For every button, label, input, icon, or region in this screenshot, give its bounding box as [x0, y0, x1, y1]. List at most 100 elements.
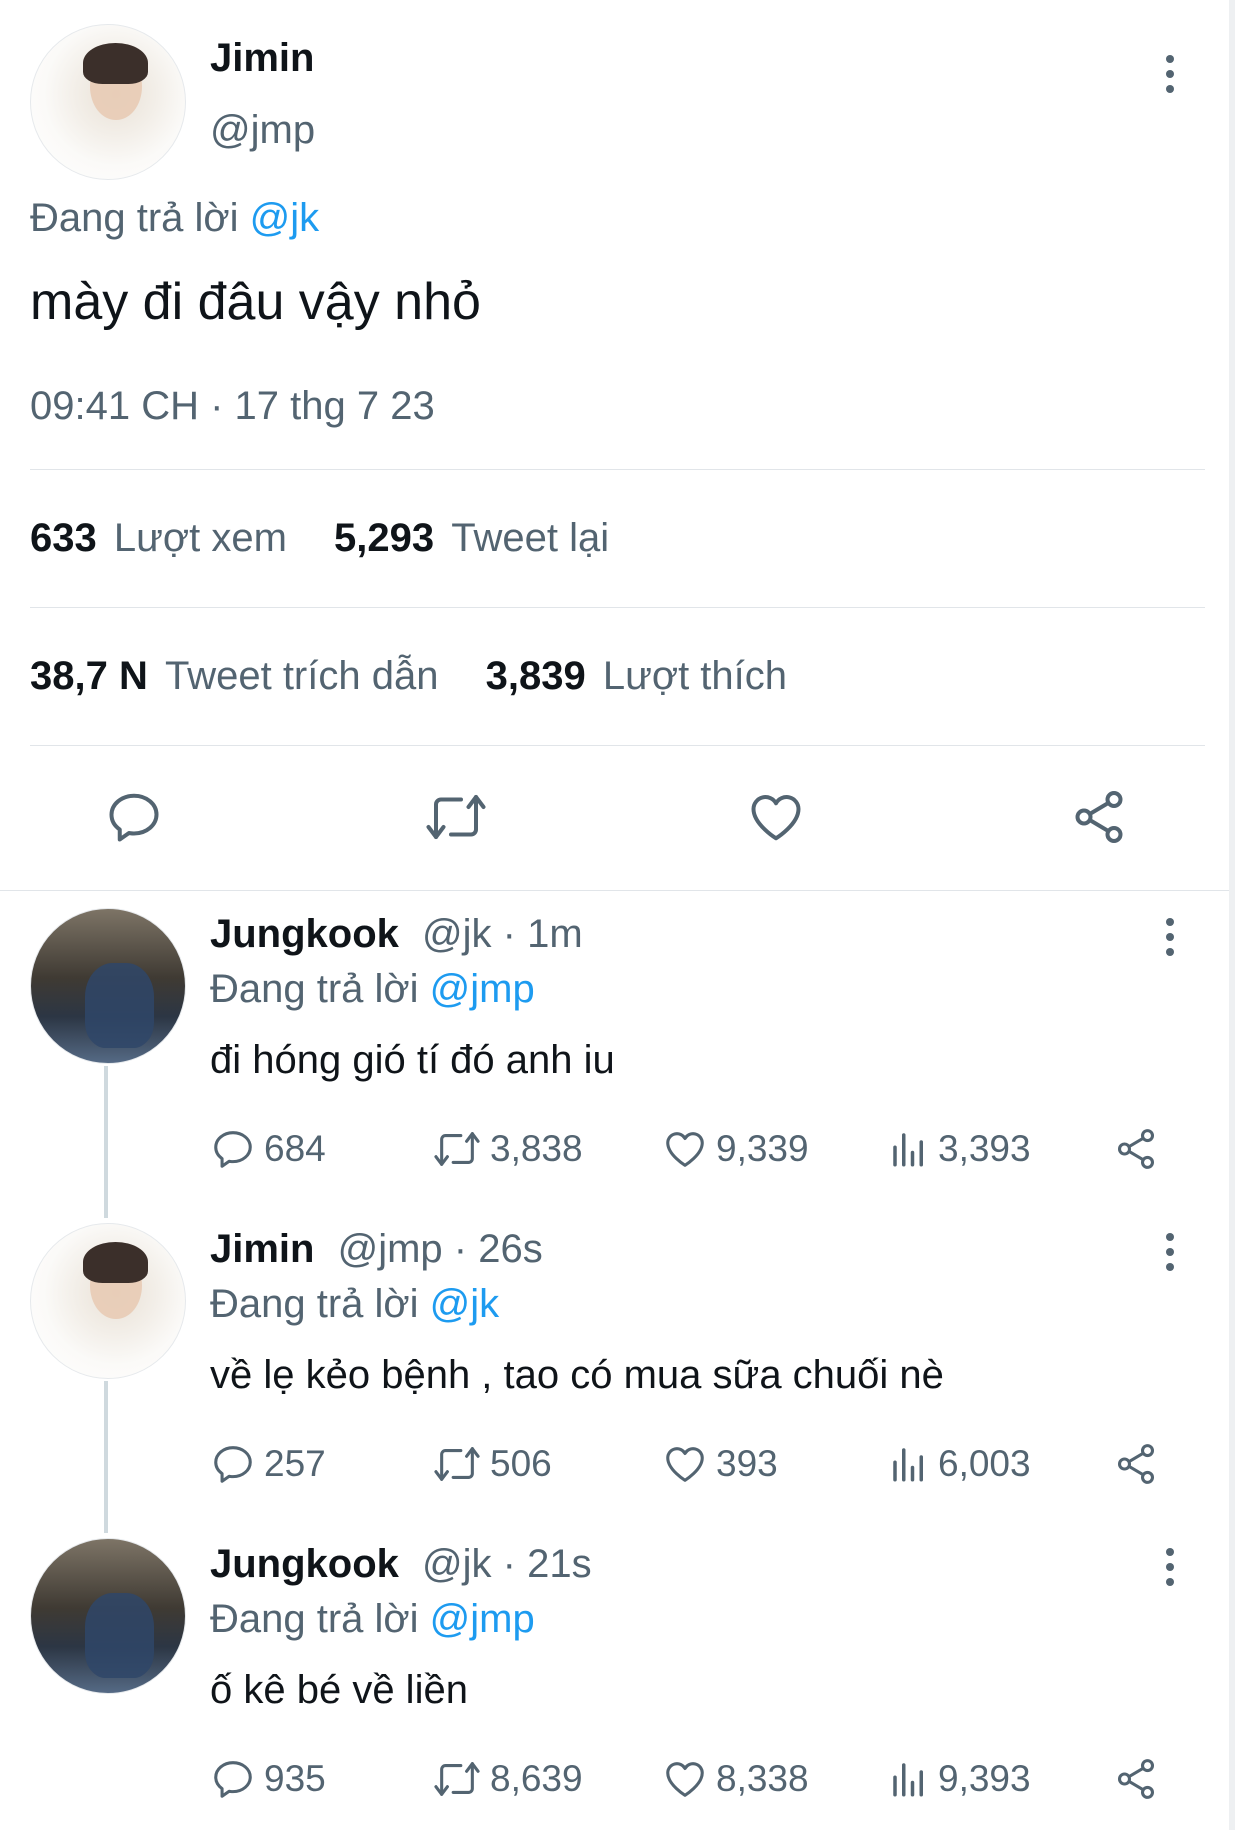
replying-to: Đang trả lời @jmp: [210, 1597, 535, 1642]
share-button[interactable]: [1113, 1126, 1159, 1177]
share-icon: [1117, 1129, 1155, 1169]
retweet-button[interactable]: [423, 787, 489, 852]
author-name[interactable]: Jimin: [210, 1227, 314, 1271]
retweet-count: 8,639: [490, 1758, 583, 1799]
author-name[interactable]: Jungkook: [210, 1542, 399, 1586]
divider: [0, 890, 1235, 891]
replying-to-label: Đang trả lời: [210, 967, 419, 1011]
avatar[interactable]: [30, 1223, 186, 1379]
reply-age[interactable]: · 1m: [503, 912, 583, 956]
author-name[interactable]: Jimin: [210, 36, 314, 81]
share-button[interactable]: [1068, 787, 1130, 852]
reply-text: về lẹ kẻo bệnh , tao có mua sữa chuối nè: [210, 1353, 944, 1397]
retweet-icon: [434, 1132, 480, 1166]
views-count: 3,393: [938, 1128, 1031, 1169]
author-handle[interactable]: @jk: [422, 1542, 492, 1586]
more-icon[interactable]: [1166, 55, 1174, 100]
share-icon: [1117, 1444, 1155, 1484]
reply-count: 935: [264, 1758, 326, 1799]
reply-header: Jimin @jmp · 26s: [210, 1227, 543, 1272]
retweet-count-button[interactable]: 8,639: [432, 1756, 583, 1802]
retweet-count: 3,838: [490, 1128, 583, 1169]
like-count-button[interactable]: 393: [662, 1441, 778, 1487]
views-count-button[interactable]: 3,393: [888, 1126, 1031, 1172]
reply-icon: [109, 793, 159, 842]
replying-to: Đang trả lời @jk: [210, 1282, 499, 1327]
views-count: 6,003: [938, 1443, 1031, 1484]
tweet-timestamp[interactable]: 09:41 CH · 17 thg 7 23: [30, 384, 435, 429]
views-icon: [893, 1133, 923, 1167]
divider: [30, 745, 1205, 746]
reply-age[interactable]: · 26s: [454, 1227, 543, 1271]
author-handle[interactable]: @jmp: [338, 1227, 443, 1271]
replying-to: Đang trả lời @jk: [30, 196, 319, 241]
share-icon: [1117, 1759, 1155, 1799]
more-icon[interactable]: [1166, 1548, 1174, 1593]
stats-row-1: 633 Lượt xem 5,293 Tweet lại: [30, 516, 609, 561]
like-button[interactable]: [745, 787, 807, 852]
author-handle[interactable]: @jmp: [210, 108, 315, 153]
divider: [30, 469, 1205, 470]
reply-icon: [214, 1131, 252, 1168]
share-button[interactable]: [1113, 1441, 1159, 1492]
like-icon: [751, 795, 801, 841]
quotes-count[interactable]: 38,7 N: [30, 654, 148, 698]
like-icon: [666, 1762, 704, 1797]
retweet-count-button[interactable]: 506: [432, 1441, 552, 1487]
scrollbar[interactable]: [1229, 0, 1235, 1830]
reply-count-button[interactable]: 935: [210, 1756, 326, 1802]
replying-to-handle[interactable]: @jk: [250, 196, 320, 240]
reply-header: Jungkook @jk · 1m: [210, 912, 583, 957]
avatar[interactable]: [30, 908, 186, 1064]
reply-count: 257: [264, 1443, 326, 1484]
retweet-icon: [434, 1762, 480, 1796]
tweet-text: mày đi đâu vậy nhỏ: [30, 273, 481, 331]
author-name[interactable]: Jungkook: [210, 912, 399, 956]
avatar[interactable]: [30, 24, 186, 180]
reply-icon: [214, 1446, 252, 1483]
reply-age[interactable]: · 21s: [503, 1542, 592, 1586]
reply-header: Jungkook @jk · 21s: [210, 1542, 592, 1587]
author-handle[interactable]: @jk: [422, 912, 492, 956]
replying-to-handle[interactable]: @jmp: [430, 967, 535, 1011]
retweets-label[interactable]: Tweet lại: [451, 516, 609, 560]
likes-label[interactable]: Lượt thích: [603, 654, 787, 698]
avatar[interactable]: [30, 1538, 186, 1694]
views-count-button[interactable]: 9,393: [888, 1756, 1031, 1802]
like-icon: [666, 1132, 704, 1167]
like-count: 393: [716, 1443, 778, 1484]
views-count: 633: [30, 516, 97, 560]
views-icon: [893, 1448, 923, 1482]
thread-line: [104, 1066, 108, 1218]
replying-to: Đang trả lời @jmp: [210, 967, 535, 1012]
more-icon[interactable]: [1166, 1233, 1174, 1278]
stats-row-2: 38,7 N Tweet trích dẫn 3,839 Lượt thích: [30, 654, 787, 699]
replying-to-label: Đang trả lời: [210, 1282, 419, 1326]
retweet-count: 506: [490, 1443, 552, 1484]
views-icon: [893, 1763, 923, 1797]
likes-count[interactable]: 3,839: [486, 654, 586, 698]
quotes-label[interactable]: Tweet trích dẫn: [165, 654, 438, 698]
share-icon: [1075, 791, 1123, 843]
reply-count-button[interactable]: 257: [210, 1441, 326, 1487]
like-count-button[interactable]: 8,338: [662, 1756, 809, 1802]
like-count-button[interactable]: 9,339: [662, 1126, 809, 1172]
views-count: 9,393: [938, 1758, 1031, 1799]
retweets-count[interactable]: 5,293: [334, 516, 434, 560]
like-icon: [666, 1447, 704, 1482]
replying-to-handle[interactable]: @jmp: [430, 1597, 535, 1641]
like-count: 9,339: [716, 1128, 809, 1169]
retweet-icon: [434, 1447, 480, 1481]
reply-count: 684: [264, 1128, 326, 1169]
replying-to-handle[interactable]: @jk: [430, 1282, 500, 1326]
reply-count-button[interactable]: 684: [210, 1126, 326, 1172]
retweet-icon: [426, 795, 486, 839]
reply-button[interactable]: [104, 787, 164, 852]
more-icon[interactable]: [1166, 918, 1174, 963]
like-count: 8,338: [716, 1758, 809, 1799]
reply-text: đi hóng gió tí đó anh iu: [210, 1038, 615, 1082]
reply-icon: [214, 1761, 252, 1798]
share-button[interactable]: [1113, 1756, 1159, 1807]
views-count-button[interactable]: 6,003: [888, 1441, 1031, 1487]
retweet-count-button[interactable]: 3,838: [432, 1126, 583, 1172]
